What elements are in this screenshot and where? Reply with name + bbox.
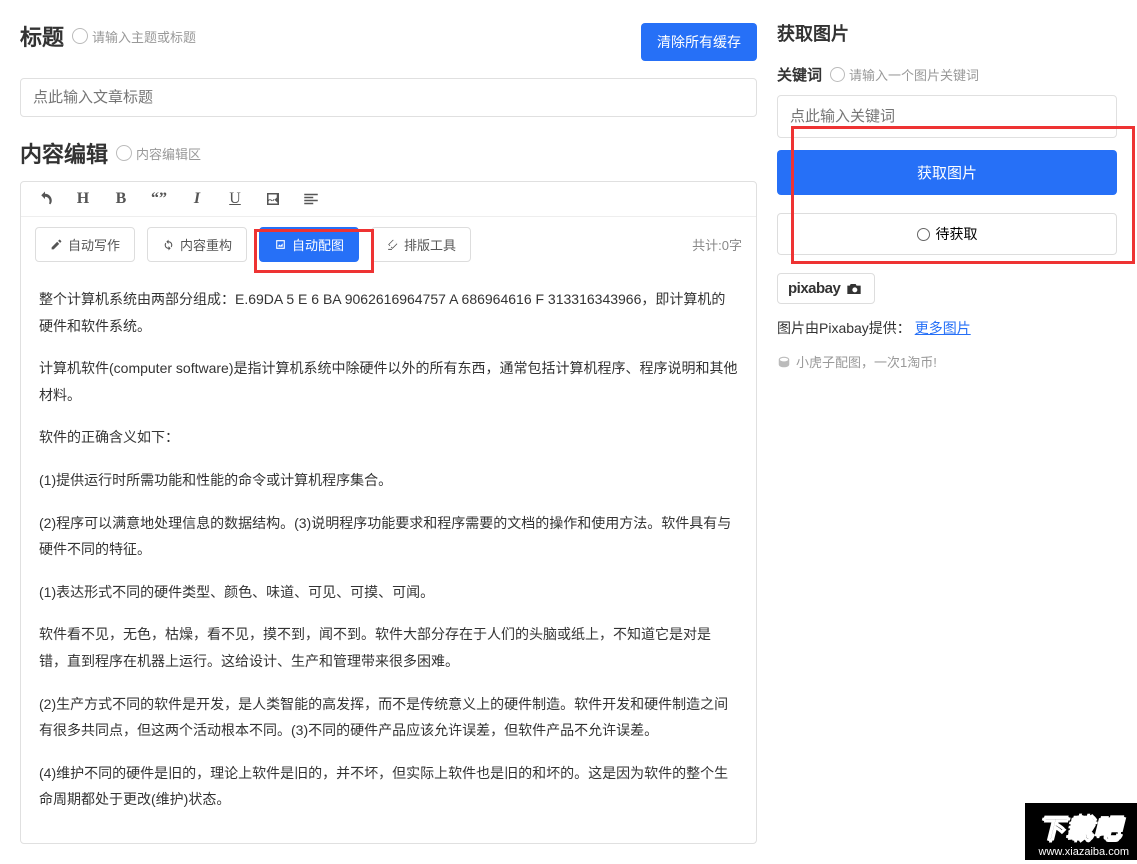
content-restructure-button[interactable]: 内容重构 [147,227,247,262]
editor-box: H B “” I U 自动写作 内容重构 自动配图 [20,181,757,844]
title-section-label: 标题 [20,20,64,52]
clear-cache-button[interactable]: 清除所有缓存 [641,23,757,61]
camera-icon [844,282,864,296]
pixabay-badge: pixabay [777,273,875,304]
formatting-toolbar: H B “” I U [21,182,756,217]
content-section-hint: 内容编辑区 [116,144,201,163]
article-title-input[interactable] [20,78,757,117]
align-icon[interactable] [301,190,321,208]
quote-icon[interactable]: “” [149,190,169,208]
auto-write-button[interactable]: 自动写作 [35,227,135,262]
content-section-label: 内容编辑 [20,137,108,169]
tip-line: 小虎子配图，一次1淘币! [777,352,1117,371]
credit-line: 图片由Pixabay提供： 更多图片 [777,318,1117,338]
char-count: 共计:0字 [692,235,742,254]
pending-fetch-button[interactable]: 待获取 [777,213,1117,255]
pencil-icon [50,238,63,251]
editor-paragraph: (2)生产方式不同的软件是开发，是人类智能的高发挥，而不是传统意义上的硬件制造。… [39,691,738,744]
editor-paragraph: (4)维护不同的硬件是旧的，理论上软件是旧的，并不坏，但实际上软件也是旧的和坏的… [39,760,738,813]
editor-content[interactable]: 整个计算机系统由两部分组成：E.69DA 5 E 6 BA 9062616964… [21,272,756,843]
heading-icon[interactable]: H [73,190,93,208]
refresh-icon [162,238,175,251]
fetch-image-title: 获取图片 [777,20,1117,46]
keyword-label: 关键词 [777,64,822,85]
bold-icon[interactable]: B [111,190,131,208]
editor-paragraph: 整个计算机系统由两部分组成：E.69DA 5 E 6 BA 9062616964… [39,286,738,339]
editor-paragraph: (2)程序可以满意地处理信息的数据结构。(3)说明程序功能要求和程序需要的文档的… [39,510,738,563]
layout-icon [386,238,399,251]
coin-icon [777,355,791,369]
fetch-image-button[interactable]: 获取图片 [777,150,1117,195]
italic-icon[interactable]: I [187,190,207,208]
action-toolbar: 自动写作 内容重构 自动配图 排版工具 共计:0字 [21,217,756,272]
circle-icon [917,228,930,241]
keyword-hint: 请输入一个图片关键词 [830,65,979,84]
editor-paragraph: 计算机软件(computer software)是指计算机系统中除硬件以外的所有… [39,355,738,408]
image-icon[interactable] [263,190,283,208]
title-section-hint: 请输入主题或标题 [72,27,196,46]
keyword-input[interactable] [777,95,1117,138]
auto-image-button[interactable]: 自动配图 [259,227,359,262]
editor-paragraph: 软件的正确含义如下： [39,424,738,451]
layout-tool-button[interactable]: 排版工具 [371,227,471,262]
watermark: 下载吧 www.xiazaiba.com [1025,803,1137,860]
undo-icon[interactable] [35,190,55,208]
more-images-link[interactable]: 更多图片 [915,320,971,336]
editor-paragraph: (1)表达形式不同的硬件类型、颜色、味道、可见、可摸、可闻。 [39,579,738,606]
underline-icon[interactable]: U [225,190,245,208]
editor-paragraph: 软件看不见，无色，枯燥，看不见，摸不到，闻不到。软件大部分存在于人们的头脑或纸上… [39,621,738,674]
editor-paragraph: (1)提供运行时所需功能和性能的命令或计算机程序集合。 [39,467,738,494]
image-match-icon [274,238,287,251]
